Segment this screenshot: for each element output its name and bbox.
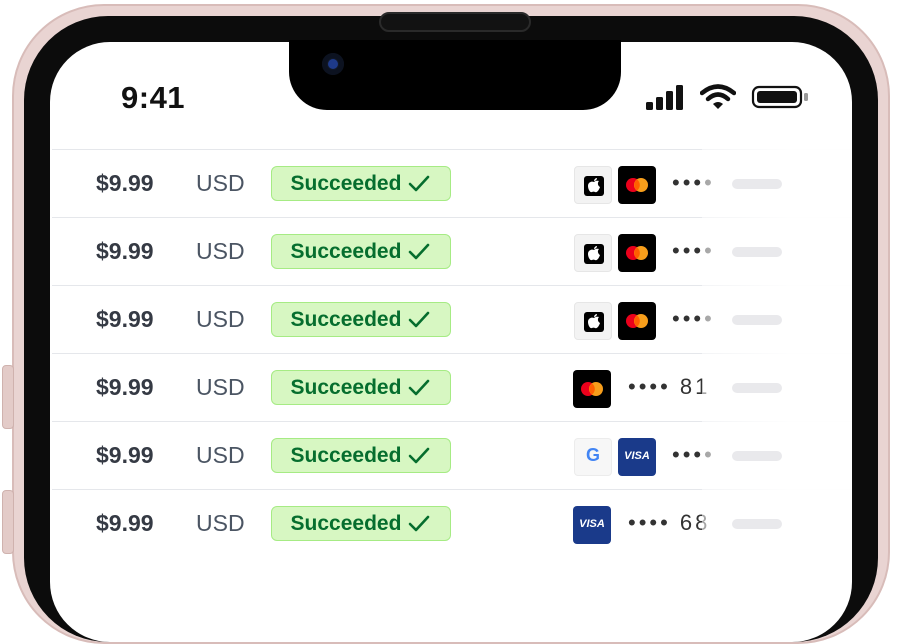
blurred-text — [732, 247, 782, 257]
status-time: 9:41 — [121, 80, 186, 115]
status-badge: Succeeded — [271, 302, 451, 337]
visa-icon: VISA — [618, 438, 656, 476]
amount: $9.99 — [96, 510, 154, 536]
check-icon — [409, 447, 430, 463]
amount: $9.99 — [96, 170, 154, 196]
battery-icon — [751, 85, 808, 109]
masked-card-number: •••• 81 — [628, 374, 711, 399]
apple-pay-icon — [574, 302, 612, 340]
status-label: Succeeded — [290, 443, 402, 467]
apple-pay-icon — [574, 234, 612, 272]
masked-card-number: •••• 68 — [628, 510, 711, 535]
check-icon — [409, 243, 430, 259]
notch — [289, 40, 621, 110]
masked-card-number: •••• — [672, 238, 715, 263]
status-badge: Succeeded — [271, 166, 451, 201]
status-label: Succeeded — [290, 375, 402, 399]
check-icon — [409, 379, 430, 395]
masked-card-number: •••• — [672, 442, 715, 467]
blurred-text — [732, 179, 782, 189]
speaker-grille — [379, 12, 531, 32]
wifi-icon — [700, 84, 736, 109]
visa-icon: VISA — [573, 506, 611, 544]
status-label: Succeeded — [290, 511, 402, 535]
amount: $9.99 — [96, 374, 154, 400]
google-logo: G — [585, 445, 600, 465]
amount: $9.99 — [96, 238, 154, 264]
masked-card-number: •••• — [672, 170, 715, 195]
mastercard-icon — [573, 370, 611, 408]
visa-label: VISA — [579, 518, 605, 530]
currency: USD — [196, 374, 245, 400]
volume-down-button — [2, 490, 14, 554]
status-badge: Succeeded — [271, 234, 451, 269]
blurred-text — [732, 315, 782, 325]
currency: USD — [196, 442, 245, 468]
currency: USD — [196, 238, 245, 264]
blurred-text — [732, 519, 782, 529]
check-icon — [409, 515, 430, 531]
amount: $9.99 — [96, 306, 154, 332]
mastercard-icon — [618, 166, 656, 204]
blurred-text — [732, 451, 782, 461]
masked-card-number: •••• — [672, 306, 715, 331]
volume-up-button — [2, 365, 14, 429]
currency: USD — [196, 170, 245, 196]
blurred-text — [732, 383, 782, 393]
status-icons — [645, 84, 815, 114]
status-badge: Succeeded — [271, 370, 451, 405]
status-badge: Succeeded — [271, 506, 451, 541]
front-camera-icon — [322, 53, 344, 75]
mastercard-icon — [618, 302, 656, 340]
visa-label: VISA — [624, 450, 650, 462]
status-label: Succeeded — [290, 171, 402, 195]
status-label: Succeeded — [290, 307, 402, 331]
check-icon — [409, 175, 430, 191]
signal-icon — [646, 85, 683, 110]
currency: USD — [196, 306, 245, 332]
status-badge: Succeeded — [271, 438, 451, 473]
mastercard-icon — [618, 234, 656, 272]
check-icon — [409, 311, 430, 327]
apple-pay-icon — [574, 166, 612, 204]
google-pay-icon: G — [574, 438, 612, 476]
status-label: Succeeded — [290, 239, 402, 263]
amount: $9.99 — [96, 442, 154, 468]
currency: USD — [196, 510, 245, 536]
